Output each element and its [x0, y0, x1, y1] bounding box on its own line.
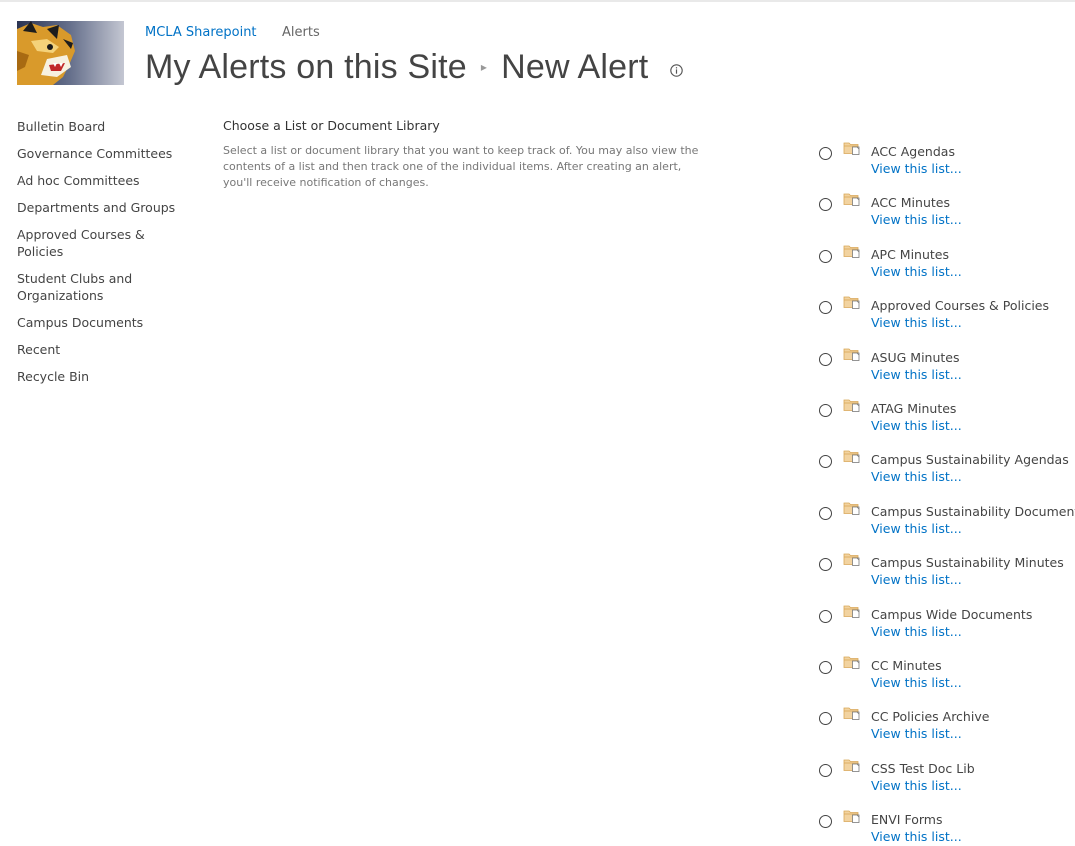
document-library-icon	[843, 605, 860, 618]
library-radio[interactable]	[819, 609, 832, 623]
quick-launch: Bulletin Board Governance Committees Ad …	[17, 118, 182, 395]
library-name: APC Minutes	[871, 246, 949, 262]
view-list-link[interactable]: View this list...	[871, 469, 962, 484]
library-row: CC Policies Archive View this list...	[817, 706, 1075, 757]
view-list-link[interactable]: View this list...	[871, 212, 962, 227]
quicklaunch-item-departments-and-groups[interactable]: Departments and Groups	[17, 199, 182, 216]
page-title-main[interactable]: My Alerts on this Site	[145, 48, 467, 87]
library-name: ACC Minutes	[871, 195, 950, 211]
library-radio[interactable]	[819, 815, 832, 829]
document-library-icon	[843, 502, 860, 515]
view-list-link[interactable]: View this list...	[871, 315, 962, 330]
library-radio[interactable]	[819, 403, 832, 417]
section-description: Select a list or document library that y…	[223, 144, 699, 189]
library-name: Campus Sustainability Documents	[871, 503, 1075, 519]
quicklaunch-item-bulletin-board[interactable]: Bulletin Board	[17, 118, 182, 135]
library-row: ATAG Minutes View this list...	[817, 398, 1075, 449]
page-title: My Alerts on this Site ▸ New Alert	[145, 46, 683, 90]
library-radio[interactable]	[819, 660, 832, 674]
document-library-icon	[843, 142, 860, 155]
library-name: Campus Sustainability Agendas	[871, 452, 1069, 468]
library-radio[interactable]	[819, 147, 832, 160]
site-link[interactable]: MCLA Sharepoint	[145, 25, 257, 40]
document-library-icon	[843, 296, 860, 310]
page-title-current: New Alert	[501, 47, 649, 86]
library-row: Approved Courses & Policies View this li…	[817, 295, 1075, 346]
quicklaunch-item-ad-hoc-committees[interactable]: Ad hoc Committees	[17, 172, 182, 189]
quicklaunch-item-student-clubs[interactable]: Student Clubs and Organizations	[17, 270, 137, 304]
document-library-icon	[843, 553, 860, 567]
document-library-icon	[843, 193, 860, 207]
library-list: ACC Agendas View this list... ACC Minute…	[817, 141, 1075, 846]
quicklaunch-item-approved-courses[interactable]: Approved Courses & Policies	[17, 226, 152, 260]
library-row: CC Minutes View this list...	[817, 655, 1075, 706]
library-row: Campus Sustainability Documents View thi…	[817, 501, 1075, 552]
view-list-link[interactable]: View this list...	[871, 778, 962, 793]
library-row: APC Minutes View this list...	[817, 244, 1075, 295]
quicklaunch-item-campus-documents[interactable]: Campus Documents	[17, 314, 182, 331]
quicklaunch-item-recent[interactable]: Recent	[17, 341, 182, 358]
library-row: CSS Test Doc Lib View this list...	[817, 758, 1075, 809]
choose-library-section: Choose a List or Document Library Select…	[223, 118, 703, 191]
library-name: ENVI Forms	[871, 812, 943, 828]
library-name: Campus Sustainability Minutes	[871, 555, 1064, 571]
library-radio[interactable]	[819, 712, 832, 726]
library-name: Campus Wide Documents	[871, 606, 1033, 622]
library-name: CC Minutes	[871, 657, 942, 673]
library-row: ACC Minutes View this list...	[817, 192, 1075, 243]
view-list-link[interactable]: View this list...	[871, 264, 962, 279]
view-list-link[interactable]: View this list...	[871, 521, 962, 536]
quicklaunch-item-governance-committees[interactable]: Governance Committees	[17, 145, 182, 162]
breadcrumb-separator-icon: ▸	[480, 60, 488, 75]
library-radio[interactable]	[819, 198, 832, 212]
view-list-link[interactable]: View this list...	[871, 572, 962, 587]
info-icon[interactable]	[670, 63, 683, 77]
section-title: Choose a List or Document Library	[223, 118, 440, 133]
view-list-link[interactable]: View this list...	[871, 829, 962, 844]
library-name: ATAG Minutes	[871, 400, 957, 416]
document-library-icon	[843, 348, 860, 361]
document-library-icon	[843, 707, 860, 721]
document-library-icon	[843, 399, 860, 412]
document-library-icon	[843, 656, 860, 669]
library-name: CSS Test Doc Lib	[871, 760, 975, 776]
view-list-link[interactable]: View this list...	[871, 675, 962, 690]
mascot-logo-icon	[17, 21, 124, 85]
library-row: Campus Wide Documents View this list...	[817, 604, 1075, 655]
library-row: ENVI Forms View this list...	[817, 809, 1075, 846]
library-radio[interactable]	[819, 249, 832, 263]
library-name: ASUG Minutes	[871, 349, 960, 365]
library-radio[interactable]	[819, 763, 832, 777]
quicklaunch-item-recycle-bin[interactable]: Recycle Bin	[17, 368, 182, 385]
view-list-link[interactable]: View this list...	[871, 726, 962, 741]
library-radio[interactable]	[819, 558, 832, 572]
library-radio[interactable]	[819, 301, 832, 315]
view-list-link[interactable]: View this list...	[871, 367, 962, 382]
library-name: ACC Agendas	[871, 144, 955, 159]
document-library-icon	[843, 245, 860, 258]
view-list-link[interactable]: View this list...	[871, 418, 962, 433]
library-row: Campus Sustainability Agendas View this …	[817, 449, 1075, 500]
library-radio[interactable]	[819, 455, 832, 469]
view-list-link[interactable]: View this list...	[871, 624, 962, 639]
top-border	[0, 0, 1075, 2]
site-logo[interactable]	[17, 21, 124, 85]
library-row: ASUG Minutes View this list...	[817, 347, 1075, 398]
library-radio[interactable]	[819, 352, 832, 366]
library-radio[interactable]	[819, 506, 832, 520]
alerts-link[interactable]: Alerts	[282, 25, 320, 40]
document-library-icon	[843, 450, 860, 464]
library-row: Campus Sustainability Minutes View this …	[817, 552, 1075, 603]
library-name: CC Policies Archive	[871, 709, 990, 725]
library-row: ACC Agendas View this list...	[817, 141, 1075, 192]
view-list-link[interactable]: View this list...	[871, 161, 962, 176]
library-name: Approved Courses & Policies	[871, 298, 1050, 314]
document-library-icon	[843, 810, 860, 823]
document-library-icon	[843, 759, 860, 772]
